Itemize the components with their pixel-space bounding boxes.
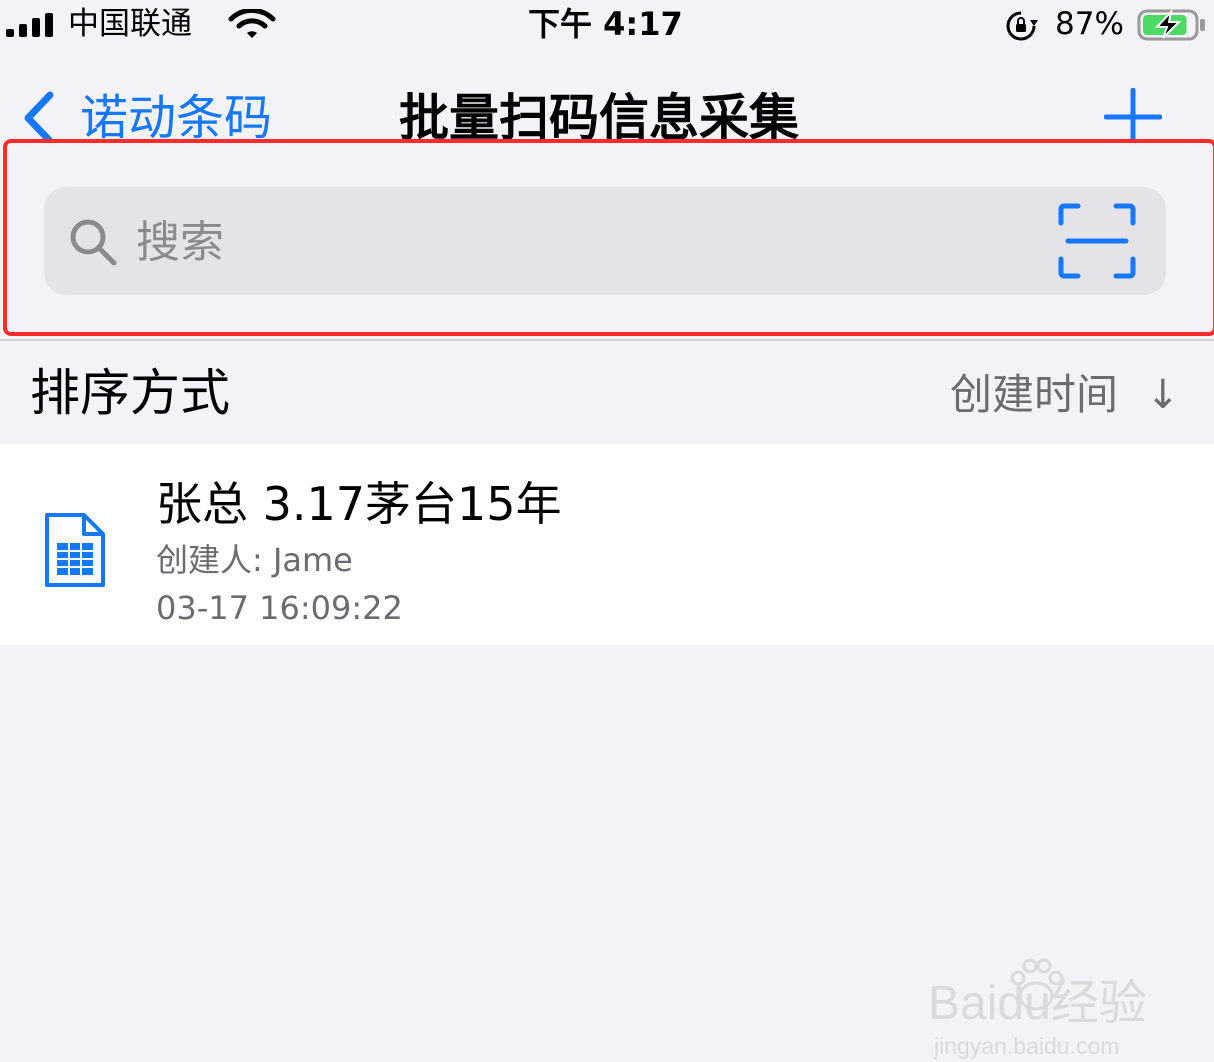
sort-label: 排序方式 [30,364,230,422]
baidu-watermark: Baidu经验 jingyan.baidu.com [928,952,1178,1062]
spreadsheet-file-icon [45,513,105,587]
back-button-label: 诺动条码 [80,90,273,142]
search-section [0,142,1214,337]
search-icon [70,219,117,266]
back-button[interactable]: 诺动条码 [18,88,272,142]
record-creator: 创建人: Jame [156,541,353,579]
plus-icon[interactable] [1104,88,1162,142]
page-title: 批量扫码信息采集 [399,89,799,142]
status-time: 下午 4:17 [528,5,683,43]
watermark-text: Baidu经验 [928,977,1147,1030]
arrow-down-icon: ↓ [1146,372,1180,418]
battery-percent: 87% [1055,6,1124,42]
chevron-left-icon [24,91,54,142]
record-title: 张总 3.17茅台15年 [156,477,562,531]
watermark-url: jingyan.baidu.com [934,1033,1120,1059]
carrier-name: 中国联通 [68,6,192,42]
list-item[interactable]: 张总 3.17茅台15年 创建人: Jame 03-17 16:09:22 [0,444,1214,645]
cellular-signal-icon [6,13,53,37]
navigation-bar: 诺动条码 批量扫码信息采集 [0,70,1214,142]
sort-value: 创建时间 [950,370,1119,419]
search-input[interactable] [134,211,1038,273]
record-list: 张总 3.17茅台15年 创建人: Jame 03-17 16:09:22 Ba… [0,444,1214,1059]
rotation-lock-icon [1006,11,1038,41]
search-bar[interactable] [44,187,1166,295]
battery-charging-icon [1137,8,1205,41]
status-bar: 中国联通 下午 4:17 87% [0,0,1214,48]
record-created-time: 03-17 16:09:22 [156,589,403,627]
scan-icon[interactable] [1058,203,1136,279]
sort-row[interactable]: 排序方式 创建时间 ↓ [0,341,1214,444]
wifi-icon [228,9,276,38]
